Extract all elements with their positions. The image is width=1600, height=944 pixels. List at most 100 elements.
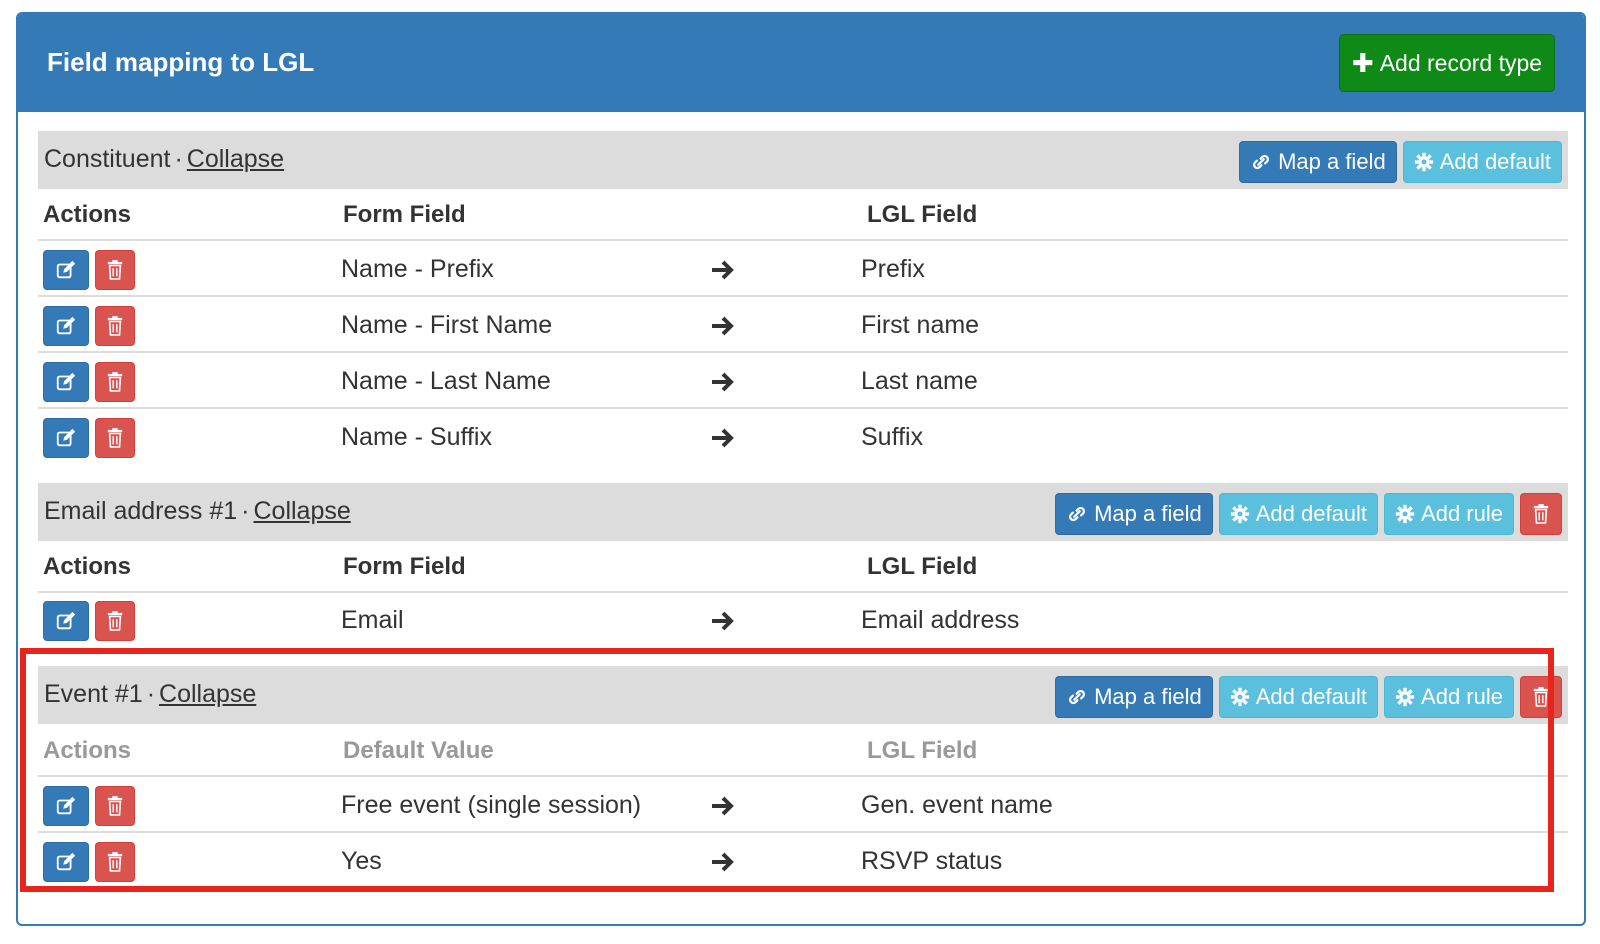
row-actions [43,250,135,290]
section-title: Constituent · Collapse [44,145,284,174]
link-icon [1069,689,1086,705]
edit-button[interactable] [43,601,89,641]
collapse-link[interactable]: Collapse [159,680,256,708]
edit-icon [56,372,76,391]
form-field-value: Name - Prefix [341,255,494,283]
column-header-lgl-field: LGL Field [867,737,978,764]
row-actions [43,842,135,882]
column-header-actions: Actions [43,737,132,764]
trash-icon [1533,687,1549,707]
separator: · [174,145,183,173]
section-toolbar: Map a field Add default Add rule [1055,676,1562,718]
separator: · [146,680,156,708]
lgl-field-value: Email address [861,606,1020,634]
section-title: Event #1 · Collapse [44,680,256,709]
form-field-value: Email [341,606,404,634]
form-field-value: Name - Last Name [341,367,551,395]
arrow-right-icon [712,852,734,872]
field-mapping-panel: Field mapping to LGL ✚ Add record type C… [16,12,1586,926]
divider [38,831,1568,833]
edit-button[interactable] [43,250,89,290]
trash-icon [107,372,123,392]
arrow-right-icon [712,428,734,448]
trash-icon [107,428,123,448]
link-icon [1069,506,1086,522]
default-value: Free event (single session) [341,791,642,819]
delete-button[interactable] [95,842,135,882]
trash-icon [107,852,123,872]
trash-icon [107,796,123,816]
delete-button[interactable] [95,362,135,402]
edit-icon [56,611,76,630]
map-a-field-button[interactable]: Map a field [1055,493,1213,535]
column-header-actions: Actions [43,553,132,580]
column-header-default-value: Default Value [343,737,494,764]
link-icon [1253,154,1270,170]
section-header-email-address: Email address #1 · Collapse Map a field Ad… [38,483,1568,541]
divider [38,591,1568,593]
column-header-form-field: Form Field [343,201,466,228]
section-toolbar: Map a field Add default Add rule [1055,493,1562,535]
collapse-link[interactable]: Collapse [253,497,350,525]
row-actions [43,362,135,402]
lgl-field-value: Prefix [861,255,925,283]
delete-section-button[interactable] [1520,493,1562,535]
add-default-button[interactable]: Add default [1218,676,1379,718]
section-name: Email address #1 [44,497,238,525]
add-rule-button[interactable]: Add rule [1384,493,1514,535]
trash-icon [107,316,123,336]
column-header-lgl-field: LGL Field [867,553,978,580]
row-actions [43,601,135,641]
arrow-right-icon [712,611,734,631]
edit-button[interactable] [43,786,89,826]
collapse-link[interactable]: Collapse [187,145,284,173]
lgl-field-value: RSVP status [861,847,1003,875]
edit-button[interactable] [43,306,89,346]
gear-icon [1230,687,1249,707]
edit-button[interactable] [43,362,89,402]
arrow-right-icon [712,260,734,280]
add-default-button[interactable]: Add default [1218,493,1379,535]
edit-button[interactable] [43,418,89,458]
trash-icon [107,611,123,631]
section-header-constituent: Constituent · Collapse Map a field Add def… [38,131,1568,189]
delete-button[interactable] [95,601,135,641]
delete-section-button[interactable] [1520,676,1562,718]
section-header-event: Event #1 · Collapse Map a field Add defaul… [38,666,1568,724]
edit-icon [56,260,76,279]
divider [38,351,1568,353]
gear-icon [1230,504,1249,524]
map-a-field-button[interactable]: Map a field [1055,676,1213,718]
map-a-field-button[interactable]: Map a field [1239,141,1397,183]
add-record-type-label: Add record type [1379,49,1543,76]
trash-icon [107,260,123,280]
edit-button[interactable] [43,842,89,882]
divider [38,295,1568,297]
column-header-form-field: Form Field [343,553,466,580]
separator: · [241,497,250,525]
delete-button[interactable] [95,786,135,826]
row-actions [43,786,135,826]
lgl-field-value: Suffix [861,423,924,451]
edit-icon [56,852,76,871]
add-default-button[interactable]: Add default [1402,141,1562,183]
arrow-right-icon [712,316,734,336]
add-record-type-button[interactable]: ✚ Add record type [1339,34,1555,92]
panel-title: Field mapping to LGL [47,47,315,77]
add-rule-button[interactable]: Add rule [1384,676,1514,718]
delete-button[interactable] [95,418,135,458]
divider [38,407,1568,409]
panel-header: Field mapping to LGL ✚ Add record type [18,14,1584,112]
gear-icon [1395,504,1415,524]
section-name: Event #1 [44,680,143,708]
edit-icon [56,428,76,447]
arrow-right-icon [712,372,734,392]
gear-icon [1414,152,1433,172]
delete-button[interactable] [95,306,135,346]
column-header-lgl-field: LGL Field [867,201,978,228]
edit-icon [56,316,76,335]
divider [38,775,1568,777]
plus-icon: ✚ [1351,48,1374,78]
divider [38,239,1568,241]
delete-button[interactable] [95,250,135,290]
